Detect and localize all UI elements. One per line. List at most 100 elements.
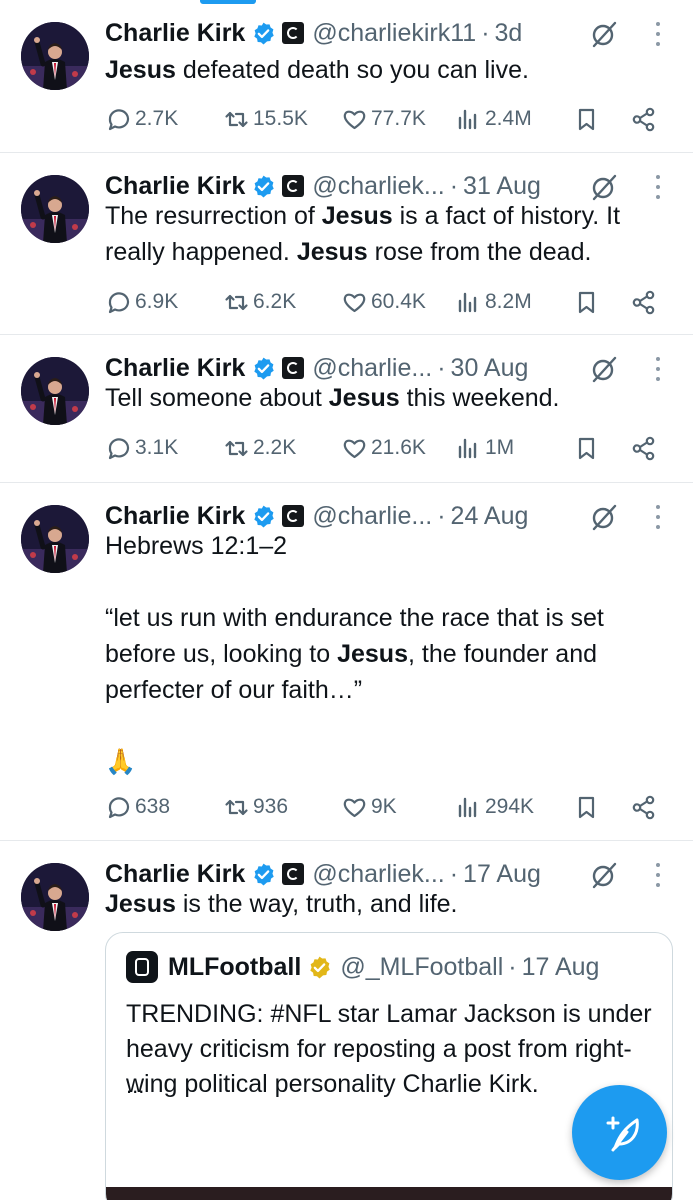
tweet-card[interactable]: Charlie Kirk @charliek... · 31 Aug The r… bbox=[0, 153, 693, 335]
affiliation-badge-icon[interactable] bbox=[282, 505, 305, 527]
share-button[interactable] bbox=[630, 101, 657, 137]
tweet-header: Charlie Kirk @charliekirk11 · 3d bbox=[105, 16, 522, 50]
retweet-icon bbox=[225, 440, 248, 456]
more-options-icon[interactable] bbox=[655, 505, 661, 529]
tweet-card[interactable]: Charlie Kirk @charlie... · 24 Aug Hebrew… bbox=[0, 483, 693, 841]
views-button[interactable]: 2.4M bbox=[455, 101, 532, 137]
heart-icon bbox=[343, 110, 366, 129]
affiliation-badge-icon[interactable] bbox=[282, 175, 305, 197]
author-name[interactable]: Charlie Kirk bbox=[105, 172, 245, 201]
grok-icon[interactable] bbox=[590, 503, 618, 531]
bookmark-icon bbox=[578, 437, 595, 459]
author-name[interactable]: Charlie Kirk bbox=[105, 19, 245, 48]
quoted-post-text: TRENDING: #NFL star Lamar Jackson is und… bbox=[126, 1000, 652, 1098]
separator-dot: · bbox=[437, 501, 446, 530]
quoted-avatar[interactable] bbox=[126, 951, 158, 983]
author-handle: @charlie... bbox=[312, 501, 433, 530]
share-button[interactable] bbox=[630, 430, 657, 466]
separator-dot: · bbox=[437, 353, 446, 382]
bookmark-button[interactable] bbox=[573, 101, 600, 137]
reply-button[interactable]: 6.9K bbox=[105, 284, 178, 320]
tweet-card[interactable]: Charlie Kirk @charlie... · 30 Aug Tell s… bbox=[0, 335, 693, 483]
post-date[interactable]: 31 Aug bbox=[463, 172, 541, 201]
grok-icon[interactable] bbox=[590, 20, 618, 48]
reply-button[interactable]: 638 bbox=[105, 789, 170, 825]
avatar[interactable] bbox=[21, 505, 89, 573]
separator-dot: · bbox=[449, 859, 459, 888]
share-icon bbox=[632, 107, 655, 131]
heart-icon bbox=[343, 439, 366, 458]
like-count: 60.4K bbox=[371, 290, 426, 313]
reply-button[interactable]: 2.7K bbox=[105, 101, 178, 137]
reply-button[interactable]: 3.1K bbox=[105, 430, 178, 466]
share-icon bbox=[632, 436, 655, 460]
author-name[interactable]: Charlie Kirk bbox=[105, 860, 245, 889]
share-button[interactable] bbox=[630, 284, 657, 320]
separator-dot: · bbox=[481, 18, 490, 47]
views-button[interactable]: 1M bbox=[455, 430, 514, 466]
post-date[interactable]: 3d bbox=[495, 19, 523, 48]
author-name[interactable]: Charlie Kirk bbox=[105, 354, 245, 383]
share-button[interactable] bbox=[630, 789, 657, 825]
affiliation-badge-icon[interactable] bbox=[282, 357, 305, 379]
views-button[interactable]: 294K bbox=[455, 789, 534, 825]
post-date[interactable]: 17 Aug bbox=[463, 860, 541, 889]
quoted-post-card[interactable]: MLFootball @_MLFootball · 17 Aug TRENDIN… bbox=[105, 932, 673, 1200]
avatar[interactable] bbox=[21, 357, 89, 425]
post-date[interactable]: 24 Aug bbox=[451, 502, 529, 531]
grok-icon[interactable] bbox=[590, 355, 618, 383]
retweet-button[interactable]: 936 bbox=[223, 789, 288, 825]
bar-chart-icon bbox=[458, 797, 477, 817]
like-button[interactable]: 60.4K bbox=[341, 284, 426, 320]
more-options-icon[interactable] bbox=[655, 863, 661, 887]
retweet-button[interactable]: 6.2K bbox=[223, 284, 296, 320]
more-options-icon[interactable] bbox=[655, 175, 661, 199]
bookmark-icon bbox=[578, 796, 595, 818]
view-count: 1M bbox=[485, 436, 515, 459]
avatar[interactable] bbox=[21, 175, 89, 243]
bar-chart-icon bbox=[458, 292, 477, 312]
retweet-icon bbox=[225, 294, 248, 310]
views-button[interactable]: 8.2M bbox=[455, 284, 532, 320]
post-date[interactable]: 30 Aug bbox=[451, 354, 529, 383]
more-options-icon[interactable] bbox=[655, 22, 661, 46]
speech-bubble-icon bbox=[108, 291, 130, 313]
tweet-card[interactable]: Charlie Kirk @charliekirk11 · 3d Jesus d… bbox=[0, 0, 693, 153]
grok-icon[interactable] bbox=[590, 173, 618, 201]
bookmark-button[interactable] bbox=[573, 284, 600, 320]
share-icon bbox=[632, 290, 655, 314]
like-button[interactable]: 9K bbox=[341, 789, 397, 825]
bar-chart-icon bbox=[458, 438, 477, 458]
retweet-button[interactable]: 15.5K bbox=[223, 101, 308, 137]
like-button[interactable]: 77.7K bbox=[341, 101, 426, 137]
bookmark-button[interactable] bbox=[573, 430, 600, 466]
action-bar: 2.7K 15.5K 77.7K 2.4M bbox=[105, 101, 665, 137]
reply-count: 638 bbox=[135, 795, 171, 818]
speech-bubble-icon bbox=[108, 437, 130, 459]
author-name[interactable]: Charlie Kirk bbox=[105, 502, 245, 531]
more-options-icon[interactable] bbox=[655, 357, 661, 381]
separator-dot: · bbox=[508, 952, 517, 981]
verified-badge-icon bbox=[254, 22, 275, 44]
retweet-icon bbox=[225, 799, 248, 815]
heart-icon bbox=[343, 293, 366, 312]
affiliation-badge-icon[interactable] bbox=[282, 863, 305, 885]
quoted-author-name[interactable]: MLFootball bbox=[168, 953, 301, 982]
verified-badge-icon bbox=[254, 863, 275, 885]
view-count: 294K bbox=[485, 795, 535, 818]
grok-icon[interactable] bbox=[590, 861, 618, 889]
author-handle: @charliekirk11 bbox=[312, 18, 477, 47]
avatar[interactable] bbox=[21, 22, 89, 90]
like-button[interactable]: 21.6K bbox=[341, 430, 426, 466]
tweet-text: Tell someone about Jesus this weekend. bbox=[105, 384, 560, 412]
bookmark-button[interactable] bbox=[573, 789, 600, 825]
avatar[interactable] bbox=[21, 863, 89, 931]
reply-count: 2.7K bbox=[135, 107, 179, 130]
quoted-media-thumbnail[interactable] bbox=[106, 1187, 672, 1200]
tweet-text: Jesus defeated death so you can live. bbox=[105, 56, 529, 84]
affiliation-badge-icon[interactable] bbox=[282, 22, 305, 44]
retweet-button[interactable]: 2.2K bbox=[223, 430, 296, 466]
gold-verified-badge-icon bbox=[310, 956, 331, 978]
speech-bubble-icon bbox=[108, 796, 130, 818]
bookmark-icon bbox=[578, 291, 595, 313]
